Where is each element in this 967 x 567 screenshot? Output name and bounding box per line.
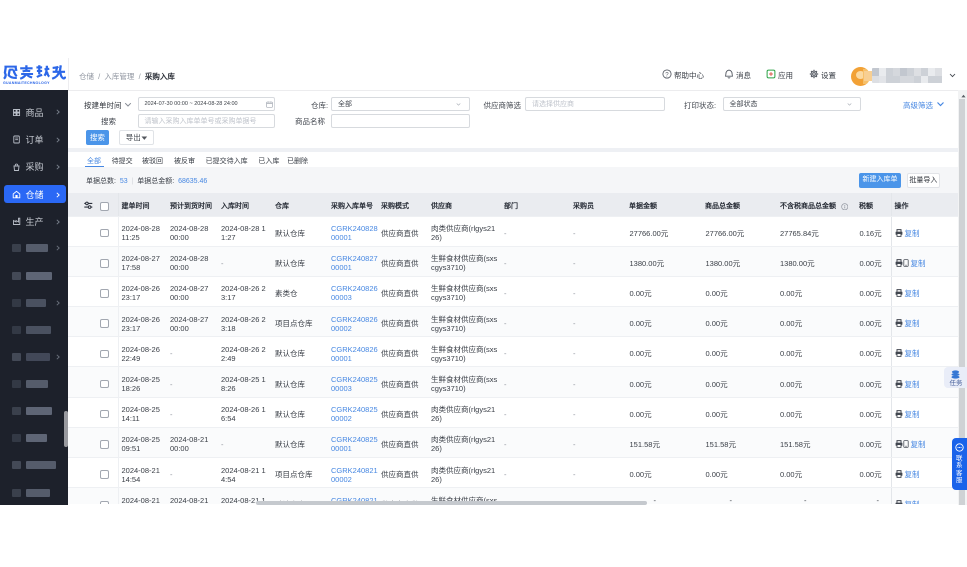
svg-text:?: ? <box>665 71 669 78</box>
